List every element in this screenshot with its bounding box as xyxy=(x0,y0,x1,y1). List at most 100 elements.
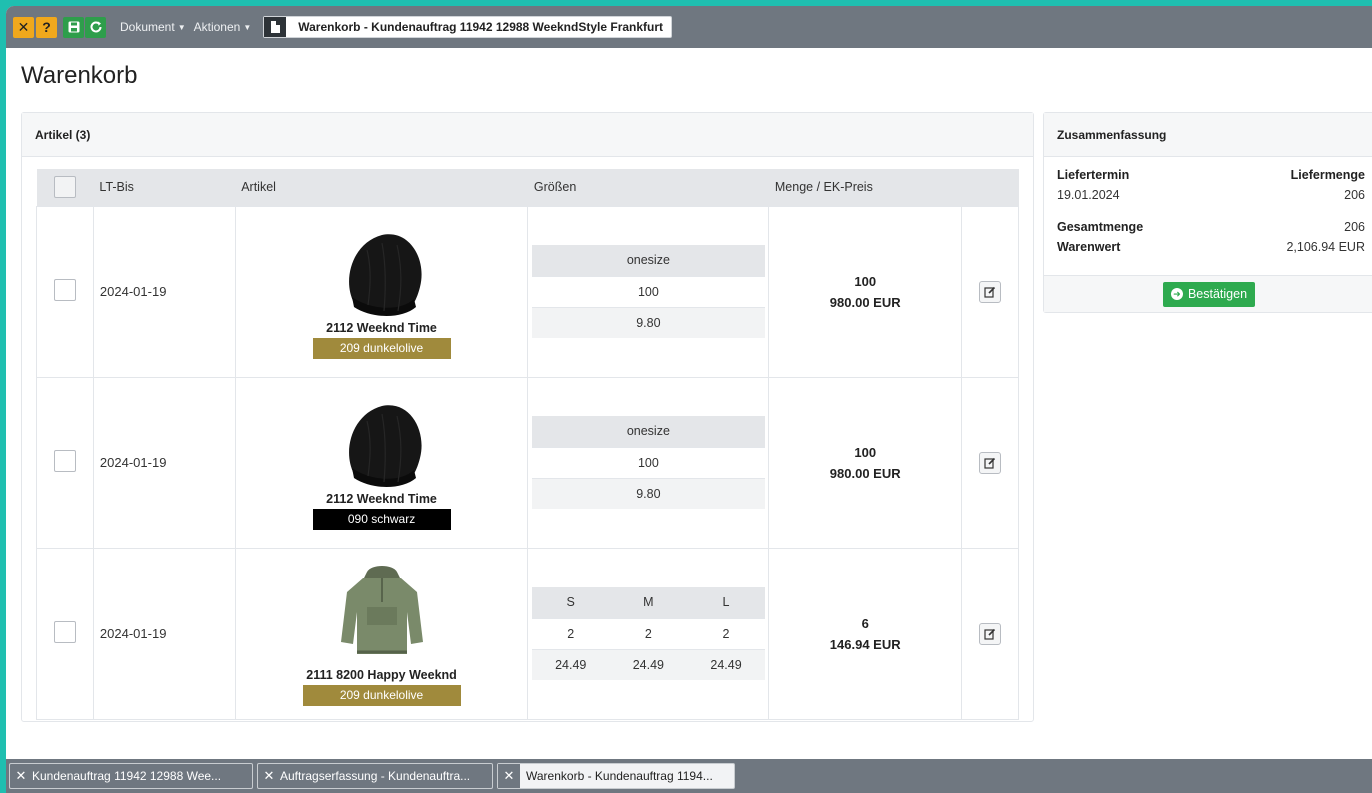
menu-document[interactable]: Dokument ▼ xyxy=(120,20,186,34)
close-icon[interactable]: ✕ xyxy=(498,764,520,788)
select-all-checkbox[interactable] xyxy=(53,176,76,199)
edit-icon[interactable] xyxy=(979,451,1002,474)
beanie-image xyxy=(332,396,432,487)
summary-total-qty: Gesamtmenge 206 xyxy=(1057,217,1365,237)
row-select-cell xyxy=(36,376,94,549)
row-date: 2024-01-19 xyxy=(92,376,236,549)
row-date: 2024-01-19 xyxy=(92,547,236,720)
confirm-button[interactable]: ➜ Bestätigen xyxy=(1162,281,1256,307)
edit-icon[interactable] xyxy=(979,622,1002,645)
row-total: 146.94 EUR xyxy=(829,636,901,652)
top-toolbar: ✕ ? Dokument ▼ Aktionen ▼ Warenkorb - Ku… xyxy=(6,6,1372,48)
jacket-image xyxy=(337,562,427,662)
row-checkbox[interactable] xyxy=(53,279,76,301)
color-badge: 209 dunkelolive xyxy=(302,684,461,706)
row-date: 2024-01-19 xyxy=(92,205,236,378)
row-quantity: 100 xyxy=(854,273,877,289)
arrow-right-circle-icon: ➜ xyxy=(1170,288,1183,300)
summary-footer: ➜ Bestätigen xyxy=(1044,275,1372,312)
summary-panel-header: Zusammenfassung xyxy=(1044,113,1372,157)
size-label: onesize xyxy=(531,416,765,447)
close-icon[interactable]: ✕ xyxy=(10,768,32,784)
article-name: 2111 8200 Happy Weeknd xyxy=(306,667,457,682)
total-qty-label: Gesamtmenge xyxy=(1057,220,1144,234)
size-label: onesize xyxy=(531,245,765,276)
articles-panel-header: Artikel (3) xyxy=(22,113,1033,157)
column-header-article: Artikel xyxy=(235,169,528,206)
bottom-tab-label: Kundenauftrag 11942 12988 Wee... xyxy=(32,769,222,783)
row-article-cell: 2112 Weeknd Time 090 schwarz xyxy=(234,376,529,549)
question-icon[interactable]: ? xyxy=(36,16,57,38)
row-qty-cell: 6 146.94 EUR xyxy=(768,547,963,720)
table-row: 2024-01-19 2111 8200 Happy Weeknd 209 du… xyxy=(36,547,1019,720)
size-quantity: 100 xyxy=(531,446,765,479)
size-quantity: 2 xyxy=(609,617,688,650)
row-quantity: 100 xyxy=(854,444,877,460)
summary-body: Liefertermin Liefermenge 19.01.2024 206 … xyxy=(1044,157,1372,257)
delivery-qty-label: Liefermenge xyxy=(1290,168,1365,182)
window-title-text: Warenkorb - Kundenauftrag 11942 12988 We… xyxy=(298,20,664,34)
menu-actions-label: Aktionen xyxy=(193,20,241,34)
row-select-cell xyxy=(36,205,94,378)
delivery-qty-value: 206 xyxy=(1344,188,1365,202)
row-checkbox[interactable] xyxy=(53,450,76,472)
table-row: 2024-01-19 2112 Weeknd Time 209 dunkelol… xyxy=(36,205,1019,378)
row-total: 980.00 EUR xyxy=(829,465,901,481)
save-icon[interactable] xyxy=(63,16,84,38)
edit-icon[interactable] xyxy=(979,280,1002,303)
size-quantity: 2 xyxy=(687,617,765,650)
summary-goods-value: Warenwert 2,106.94 EUR xyxy=(1057,237,1365,257)
articles-table: LT-Bis Artikel Größen Menge / EK-Preis 2… xyxy=(36,169,1019,720)
row-qty-cell: 100 980.00 EUR xyxy=(768,376,963,549)
column-header-qty-price: Menge / EK-Preis xyxy=(768,169,962,206)
confirm-button-label: Bestätigen xyxy=(1187,287,1248,301)
window-title-tab[interactable]: Warenkorb - Kundenauftrag 11942 12988 We… xyxy=(263,16,673,38)
size-table: S M L 2 2 2 24.49 24.49 24.49 xyxy=(531,587,765,680)
page-title: Warenkorb xyxy=(21,62,138,89)
color-badge: 090 schwarz xyxy=(312,508,451,530)
size-label: M xyxy=(609,587,688,618)
row-checkbox[interactable] xyxy=(53,621,76,643)
close-icon[interactable]: ✕ xyxy=(258,768,280,784)
bottom-tab-order-entry[interactable]: ✕ Auftragserfassung - Kundenauftra... xyxy=(257,763,493,789)
select-all-cell xyxy=(36,169,94,206)
row-sizes-cell: onesize 100 9.80 xyxy=(527,205,770,378)
article-name: 2112 Weeknd Time xyxy=(326,491,437,506)
toolbar-group-secondary xyxy=(63,16,106,38)
row-article-cell: 2112 Weeknd Time 209 dunkelolive xyxy=(234,205,529,378)
row-edit-cell xyxy=(961,376,1019,549)
total-qty-value: 206 xyxy=(1344,220,1365,234)
row-article-cell: 2111 8200 Happy Weeknd 209 dunkelolive xyxy=(234,547,529,720)
toolbar-group-primary: ✕ ? xyxy=(13,16,57,38)
row-edit-cell xyxy=(961,205,1019,378)
delivery-date-value: 19.01.2024 xyxy=(1057,188,1120,202)
size-table: onesize 100 9.80 xyxy=(531,416,765,509)
delivery-date-label: Liefertermin xyxy=(1057,168,1130,182)
size-quantity: 100 xyxy=(531,275,765,308)
row-edit-cell xyxy=(961,547,1019,720)
menu-document-label: Dokument xyxy=(120,20,175,34)
row-sizes-cell: S M L 2 2 2 24.49 24.49 24.49 xyxy=(527,547,770,720)
size-price: 24.49 xyxy=(609,649,688,680)
refresh-icon[interactable] xyxy=(85,16,106,38)
bottom-tab-bar: ✕ Kundenauftrag 11942 12988 Wee... ✕ Auf… xyxy=(6,759,1372,793)
bottom-tab-label: Auftragserfassung - Kundenauftra... xyxy=(280,769,471,783)
size-label: S xyxy=(531,587,610,618)
row-quantity: 6 xyxy=(861,615,869,631)
row-qty-cell: 100 980.00 EUR xyxy=(768,205,963,378)
size-quantity: 2 xyxy=(531,617,610,650)
table-header-row: LT-Bis Artikel Größen Menge / EK-Preis xyxy=(36,169,1019,206)
column-header-lt-bis: LT-Bis xyxy=(93,169,236,206)
column-header-edit xyxy=(961,169,1019,206)
caret-down-icon: ▼ xyxy=(243,22,252,32)
bottom-tab-order[interactable]: ✕ Kundenauftrag 11942 12988 Wee... xyxy=(9,763,253,789)
summary-delivery-labels: Liefertermin Liefermenge xyxy=(1057,165,1365,185)
articles-panel: Artikel (3) LT-Bis Artikel Größen Menge … xyxy=(21,112,1034,722)
close-icon[interactable]: ✕ xyxy=(13,16,34,38)
size-label: L xyxy=(687,587,765,618)
menu-actions[interactable]: Aktionen ▼ xyxy=(194,20,252,34)
summary-delivery-values: 19.01.2024 206 xyxy=(1057,185,1365,205)
row-total: 980.00 EUR xyxy=(829,294,901,310)
bottom-tab-cart[interactable]: ✕ Warenkorb - Kundenauftrag 1194... xyxy=(497,763,735,789)
row-sizes-cell: onesize 100 9.80 xyxy=(527,376,770,549)
